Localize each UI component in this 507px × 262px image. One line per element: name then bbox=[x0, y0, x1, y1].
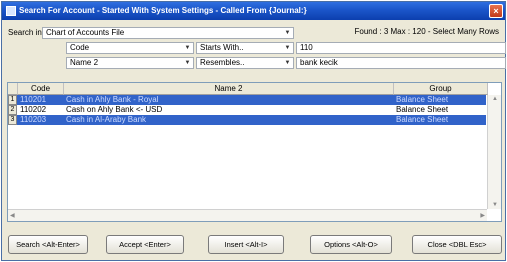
cell-code: 110203 bbox=[20, 115, 47, 124]
search-button[interactable]: Search <Alt-Enter> bbox=[8, 235, 88, 254]
chevron-down-icon: ▼ bbox=[284, 30, 291, 36]
table-row[interactable]: 3 110203 Cash in Al-Araby Bank Balance S… bbox=[8, 115, 486, 125]
scroll-up-icon[interactable]: ▲ bbox=[492, 96, 498, 102]
found-status: Found : 3 Max : 120 - Select Many Rows bbox=[354, 27, 499, 36]
filter1-operator-select[interactable]: Starts With.. ▼ bbox=[196, 42, 294, 54]
table-row[interactable]: 1 110201 Cash in Ahly Bank - Royal Balan… bbox=[8, 95, 486, 105]
insert-button[interactable]: Insert <Alt-I> bbox=[208, 235, 284, 254]
column-header-code[interactable]: Code bbox=[18, 83, 64, 95]
cell-group: Balance Sheet bbox=[396, 105, 449, 114]
cell-group: Balance Sheet bbox=[396, 95, 449, 104]
search-in-select[interactable]: Chart of Accounts File ▼ bbox=[42, 27, 294, 39]
app-icon bbox=[6, 6, 16, 16]
row-number-header bbox=[8, 83, 18, 95]
cell-code: 110202 bbox=[20, 105, 47, 114]
search-in-value: Chart of Accounts File bbox=[46, 28, 125, 37]
search-in-label: Search in bbox=[8, 28, 42, 37]
close-button[interactable]: Close <DBL Esc> bbox=[412, 235, 502, 254]
column-header-group[interactable]: Group bbox=[394, 83, 488, 95]
filter2-value-input[interactable]: bank kecik bbox=[296, 57, 506, 69]
table-row[interactable]: 2 110202 Cash on Ahly Bank <- USD Balanc… bbox=[8, 105, 486, 115]
scroll-right-icon[interactable]: ▶ bbox=[480, 212, 485, 219]
row-number: 2 bbox=[8, 105, 17, 115]
filter2-field-select[interactable]: Name 2 ▼ bbox=[66, 57, 194, 69]
scroll-down-icon[interactable]: ▼ bbox=[492, 202, 498, 208]
chevron-down-icon: ▼ bbox=[284, 60, 291, 66]
filter2-field-value: Name 2 bbox=[70, 58, 99, 67]
cell-code: 110201 bbox=[20, 95, 47, 104]
filter2-operator-value: Resembles.. bbox=[200, 58, 245, 67]
filter2-operator-select[interactable]: Resembles.. ▼ bbox=[196, 57, 294, 69]
vertical-scrollbar[interactable]: ▲ ▼ bbox=[487, 95, 501, 209]
accept-button[interactable]: Accept <Enter> bbox=[106, 235, 184, 254]
filter1-value-input[interactable]: 110 bbox=[296, 42, 506, 54]
results-grid: Code Name 2 Group 1 110201 Cash in Ahly … bbox=[7, 82, 502, 222]
chevron-down-icon: ▼ bbox=[184, 60, 191, 66]
column-header-name2[interactable]: Name 2 bbox=[64, 83, 394, 95]
row-number: 3 bbox=[8, 115, 17, 125]
filter1-field-value: Code bbox=[70, 43, 90, 52]
chevron-down-icon: ▼ bbox=[284, 45, 291, 51]
options-button[interactable]: Options <Alt-O> bbox=[310, 235, 392, 254]
row-number: 1 bbox=[8, 95, 17, 105]
cell-name: Cash in Al-Araby Bank bbox=[66, 115, 147, 124]
cell-name: Cash on Ahly Bank <- USD bbox=[66, 105, 163, 114]
window-title: Search For Account - Started With System… bbox=[19, 6, 307, 15]
cell-group: Balance Sheet bbox=[396, 115, 449, 124]
search-for-account-dialog: Search For Account - Started With System… bbox=[1, 1, 506, 261]
title-bar[interactable]: Search For Account - Started With System… bbox=[2, 2, 505, 20]
chevron-down-icon: ▼ bbox=[184, 45, 191, 51]
scroll-left-icon[interactable]: ◀ bbox=[10, 212, 15, 219]
filter1-field-select[interactable]: Code ▼ bbox=[66, 42, 194, 54]
horizontal-scrollbar[interactable]: ◀ ▶ bbox=[8, 209, 487, 221]
filter1-operator-value: Starts With.. bbox=[200, 43, 244, 52]
close-window-button[interactable]: × bbox=[489, 4, 503, 18]
cell-name: Cash in Ahly Bank - Royal bbox=[66, 95, 159, 104]
